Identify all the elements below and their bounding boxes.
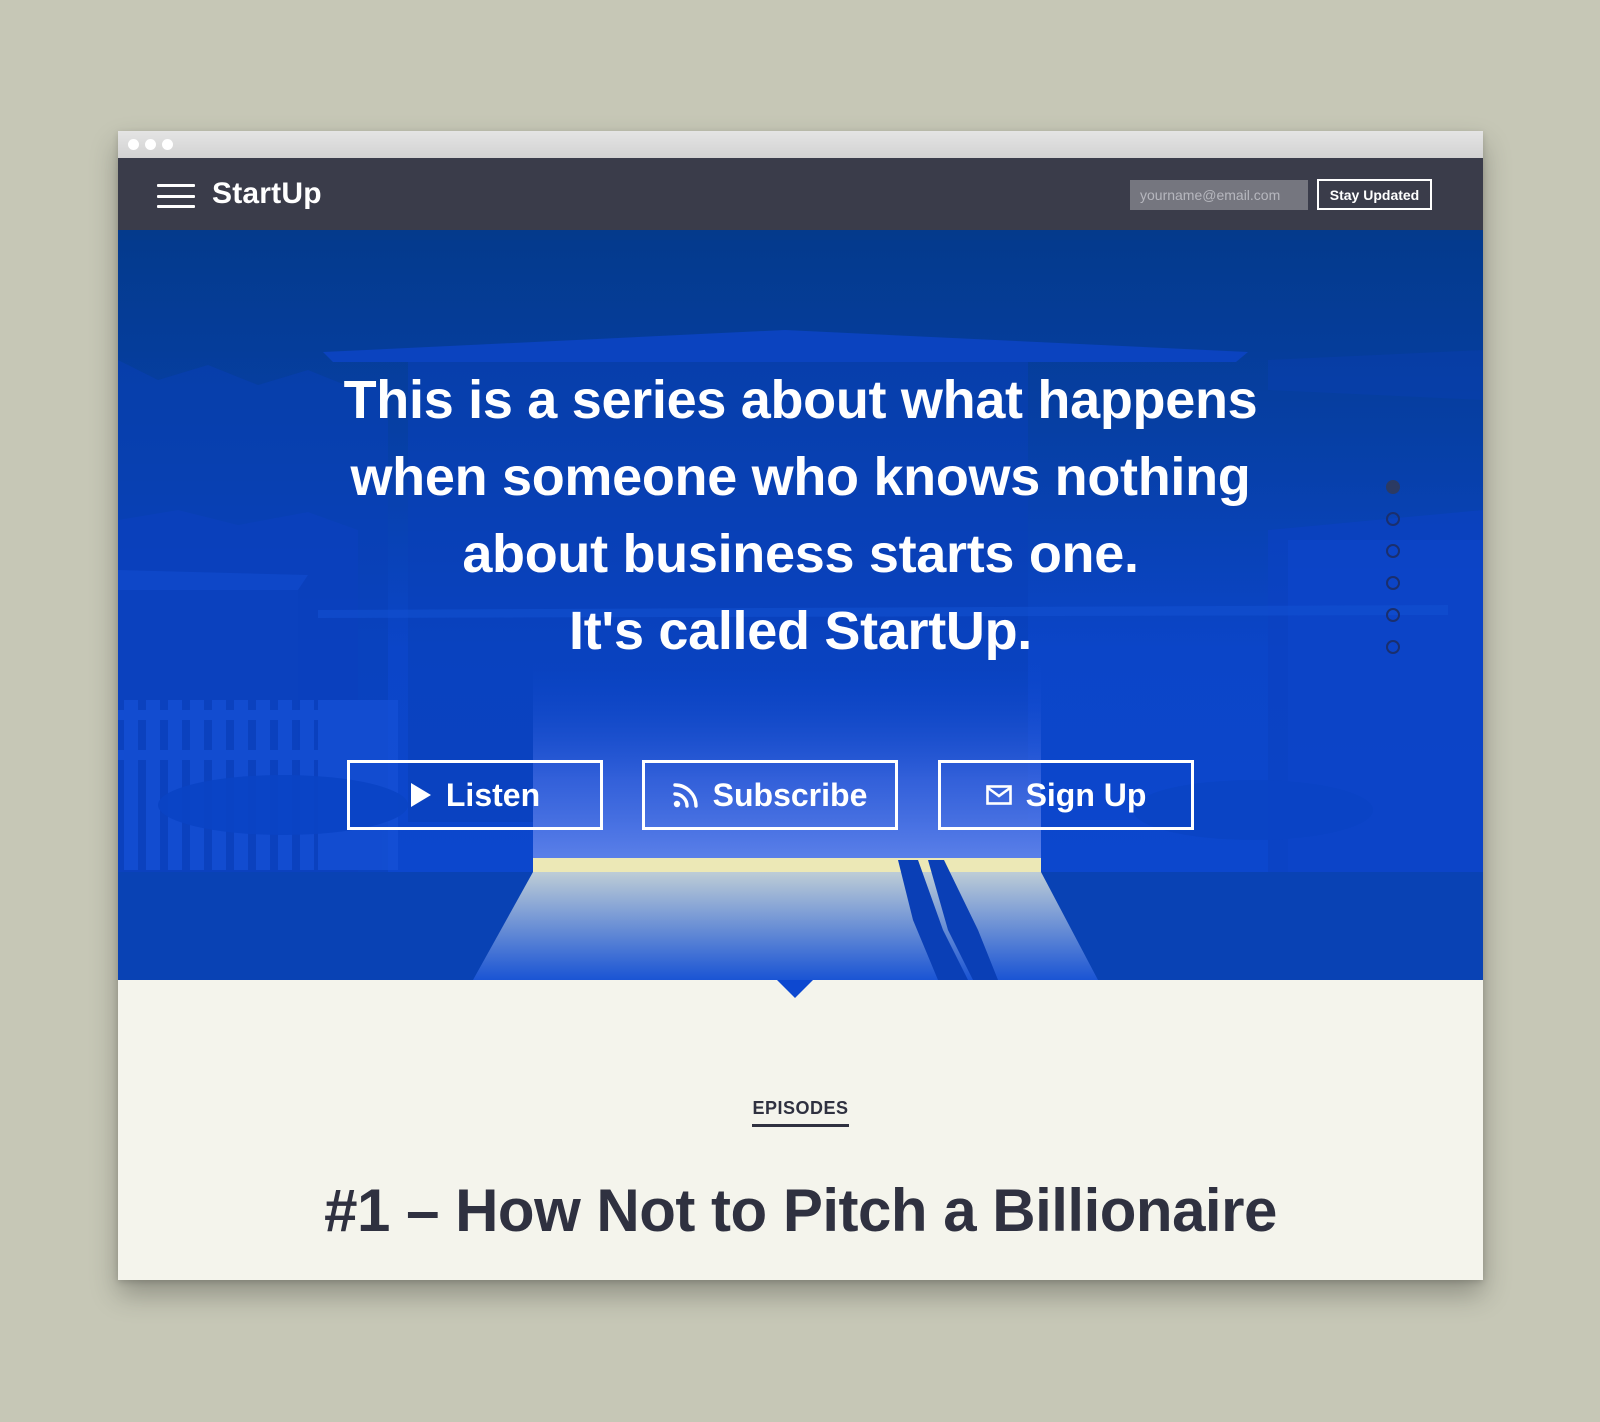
sign-up-button[interactable]: Sign Up [938, 760, 1194, 830]
email-input[interactable] [1130, 180, 1308, 210]
hero-line: This is a series about what happens [343, 370, 1258, 430]
slide-dot[interactable] [1386, 576, 1400, 590]
slide-dot[interactable] [1386, 608, 1400, 622]
sign-up-label: Sign Up [1025, 776, 1147, 813]
episodes-heading: EPISODES [118, 1098, 1483, 1127]
window-maximize-dot[interactable] [162, 139, 173, 150]
hero-line: about business starts one. [462, 524, 1139, 584]
browser-window: StartUp Stay Updated [118, 131, 1483, 1280]
hero-section: This is a series about what happens when… [118, 230, 1483, 980]
slide-dot[interactable] [1386, 544, 1400, 558]
hero-line: when someone who knows nothing [350, 447, 1251, 507]
rss-icon [672, 783, 698, 808]
slide-dot[interactable] [1386, 640, 1400, 654]
slide-pagination [1386, 480, 1400, 654]
stay-updated-button[interactable]: Stay Updated [1317, 179, 1432, 210]
window-minimize-dot[interactable] [145, 139, 156, 150]
episode-title[interactable]: #1 – How Not to Pitch a Billionaire [118, 1176, 1483, 1245]
window-titlebar [118, 131, 1483, 158]
window-close-dot[interactable] [128, 139, 139, 150]
hamburger-menu-icon[interactable] [157, 184, 195, 208]
site-header: StartUp Stay Updated [118, 158, 1483, 230]
episodes-section: EPISODES #1 – How Not to Pitch a Billion… [118, 980, 1483, 1280]
listen-button[interactable]: Listen [347, 760, 603, 830]
section-pointer-arrow [777, 980, 813, 998]
subscribe-button[interactable]: Subscribe [642, 760, 898, 830]
play-icon [410, 783, 431, 807]
slide-dot-active[interactable] [1386, 480, 1400, 494]
hero-line: It's called StartUp. [569, 601, 1032, 661]
envelope-icon [985, 785, 1012, 805]
subscribe-label: Subscribe [712, 776, 868, 813]
hero-headline: This is a series about what happens when… [118, 362, 1483, 670]
site-logo[interactable]: StartUp [212, 177, 322, 211]
listen-label: Listen [445, 776, 541, 813]
slide-dot[interactable] [1386, 512, 1400, 526]
episodes-tab[interactable]: EPISODES [752, 1098, 849, 1127]
